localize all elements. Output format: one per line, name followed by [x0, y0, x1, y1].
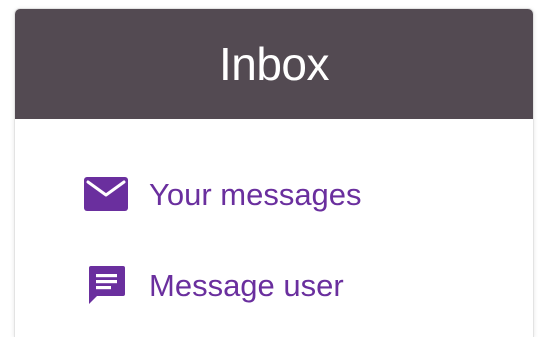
- your-messages-label: Your messages: [149, 176, 362, 212]
- message-user-label: Message user: [149, 267, 344, 303]
- inbox-title: Inbox: [218, 38, 330, 90]
- inbox-panel: Inbox Your messages Message user: [14, 8, 534, 337]
- chat-bubble-icon: [83, 262, 129, 308]
- message-user-link[interactable]: Message user: [83, 262, 344, 308]
- envelope-icon: [83, 171, 129, 217]
- your-messages-link[interactable]: Your messages: [83, 171, 362, 217]
- inbox-header: Inbox: [15, 9, 533, 119]
